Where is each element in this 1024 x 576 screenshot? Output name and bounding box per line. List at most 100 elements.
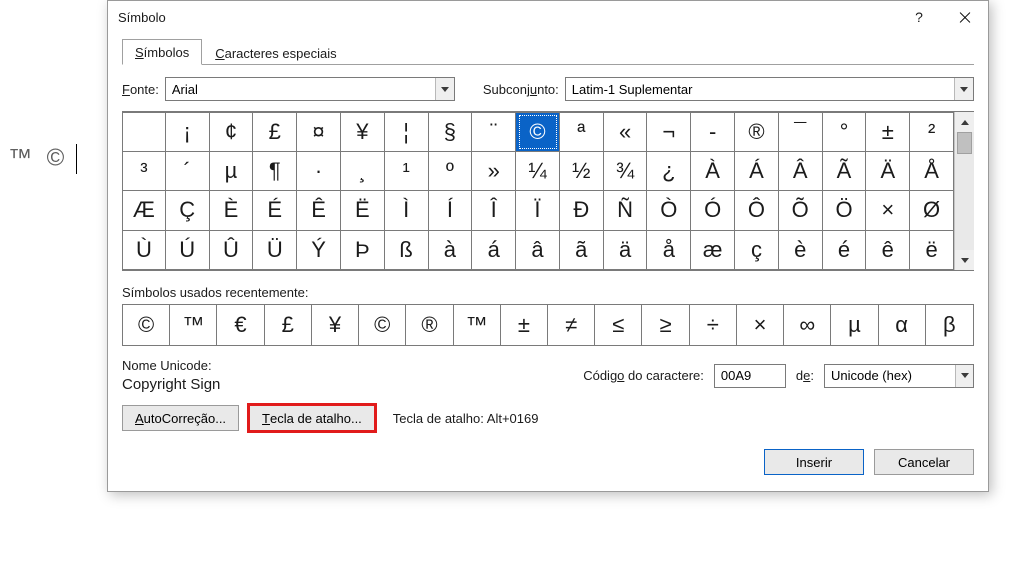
- symbol-cell[interactable]: æ: [691, 231, 735, 271]
- symbol-cell[interactable]: Ã: [823, 152, 867, 192]
- symbol-cell[interactable]: Ô: [735, 191, 779, 231]
- symbol-cell[interactable]: é: [823, 231, 867, 271]
- from-combo[interactable]: [824, 364, 974, 388]
- recent-symbol-cell[interactable]: £: [265, 305, 312, 345]
- recent-symbol-cell[interactable]: ±: [501, 305, 548, 345]
- recent-symbol-cell[interactable]: µ: [831, 305, 878, 345]
- close-button[interactable]: [942, 1, 988, 33]
- cancel-button[interactable]: Cancelar: [874, 449, 974, 475]
- symbol-cell[interactable]: Û: [210, 231, 254, 271]
- symbol-cell[interactable]: ¢: [210, 112, 254, 152]
- symbol-cell[interactable]: ¯: [779, 112, 823, 152]
- symbol-cell[interactable]: ¾: [604, 152, 648, 192]
- symbol-cell[interactable]: ¿: [647, 152, 691, 192]
- insert-button[interactable]: Inserir: [764, 449, 864, 475]
- symbol-cell[interactable]: Ê: [297, 191, 341, 231]
- symbol-cell[interactable]: Ì: [385, 191, 429, 231]
- tab-special-characters[interactable]: Caracteres especiais: [202, 40, 349, 65]
- symbol-grid-scrollbar[interactable]: [954, 112, 974, 270]
- symbol-cell[interactable]: £: [253, 112, 297, 152]
- symbol-cell[interactable]: º: [429, 152, 473, 192]
- symbol-cell[interactable]: -: [691, 112, 735, 152]
- symbol-cell[interactable]: ã: [560, 231, 604, 271]
- recent-symbol-cell[interactable]: ™: [454, 305, 501, 345]
- symbol-cell[interactable]: «: [604, 112, 648, 152]
- scroll-up-button[interactable]: [955, 112, 974, 132]
- symbol-cell[interactable]: Â: [779, 152, 823, 192]
- recent-symbol-cell[interactable]: ≤: [595, 305, 642, 345]
- symbol-cell[interactable]: Þ: [341, 231, 385, 271]
- font-input[interactable]: [166, 82, 435, 97]
- symbol-cell[interactable]: ¤: [297, 112, 341, 152]
- scroll-track[interactable]: [955, 132, 974, 250]
- recent-symbol-cell[interactable]: ≠: [548, 305, 595, 345]
- symbol-cell[interactable]: À: [691, 152, 735, 192]
- symbol-cell[interactable]: ©: [516, 112, 560, 152]
- symbol-cell[interactable]: ¥: [341, 112, 385, 152]
- symbol-cell[interactable]: ½: [560, 152, 604, 192]
- symbol-cell[interactable]: ä: [604, 231, 648, 271]
- symbol-cell[interactable]: Å: [910, 152, 954, 192]
- symbol-cell[interactable]: â: [516, 231, 560, 271]
- symbol-cell[interactable]: ß: [385, 231, 429, 271]
- symbol-cell[interactable]: ¸: [341, 152, 385, 192]
- symbol-cell[interactable]: ë: [910, 231, 954, 271]
- shortcut-key-button[interactable]: Tecla de atalho...: [249, 405, 375, 431]
- recent-symbol-cell[interactable]: ∞: [784, 305, 831, 345]
- recent-symbol-cell[interactable]: α: [879, 305, 926, 345]
- autocorrect-button[interactable]: AutoCorreção...: [122, 405, 239, 431]
- symbol-cell[interactable]: È: [210, 191, 254, 231]
- symbol-cell[interactable]: »: [472, 152, 516, 192]
- font-combo[interactable]: [165, 77, 455, 101]
- recent-symbol-cell[interactable]: ®: [406, 305, 453, 345]
- symbol-cell[interactable]: Ù: [122, 231, 166, 271]
- from-input[interactable]: [825, 368, 955, 383]
- symbol-cell[interactable]: Ú: [166, 231, 210, 271]
- symbol-cell[interactable]: µ: [210, 152, 254, 192]
- symbol-cell[interactable]: Ø: [910, 191, 954, 231]
- symbol-cell[interactable]: ê: [866, 231, 910, 271]
- symbol-cell[interactable]: Ë: [341, 191, 385, 231]
- symbol-cell[interactable]: ±: [866, 112, 910, 152]
- recent-symbol-cell[interactable]: ×: [737, 305, 784, 345]
- recent-symbol-cell[interactable]: β: [926, 305, 973, 345]
- symbol-cell[interactable]: ç: [735, 231, 779, 271]
- tab-symbols[interactable]: Símbolos: [122, 39, 202, 65]
- symbol-cell[interactable]: å: [647, 231, 691, 271]
- symbol-cell[interactable]: à: [429, 231, 473, 271]
- symbol-cell[interactable]: è: [779, 231, 823, 271]
- symbol-cell[interactable]: ¦: [385, 112, 429, 152]
- scroll-thumb[interactable]: [957, 132, 972, 154]
- font-dropdown-arrow[interactable]: [435, 78, 454, 100]
- symbol-cell[interactable]: ·: [297, 152, 341, 192]
- symbol-cell[interactable]: ²: [910, 112, 954, 152]
- symbol-cell[interactable]: Ý: [297, 231, 341, 271]
- symbol-cell[interactable]: °: [823, 112, 867, 152]
- from-dropdown-arrow[interactable]: [955, 365, 973, 387]
- recent-symbol-cell[interactable]: €: [217, 305, 264, 345]
- symbol-cell[interactable]: É: [253, 191, 297, 231]
- symbol-cell[interactable]: ®: [735, 112, 779, 152]
- symbol-cell[interactable]: Ð: [560, 191, 604, 231]
- symbol-cell[interactable]: ×: [866, 191, 910, 231]
- symbol-cell[interactable]: Á: [735, 152, 779, 192]
- symbol-cell[interactable]: ³: [122, 152, 166, 192]
- subset-dropdown-arrow[interactable]: [954, 78, 973, 100]
- symbol-cell[interactable]: [122, 112, 166, 152]
- symbol-cell[interactable]: ¹: [385, 152, 429, 192]
- symbol-cell[interactable]: ¼: [516, 152, 560, 192]
- recent-symbol-cell[interactable]: ÷: [690, 305, 737, 345]
- subset-combo[interactable]: [565, 77, 974, 101]
- symbol-cell[interactable]: Ö: [823, 191, 867, 231]
- recent-symbol-cell[interactable]: ©: [123, 305, 170, 345]
- char-code-input[interactable]: [714, 364, 786, 388]
- symbol-cell[interactable]: Ç: [166, 191, 210, 231]
- symbol-cell[interactable]: Ó: [691, 191, 735, 231]
- symbol-cell[interactable]: Õ: [779, 191, 823, 231]
- recent-symbol-cell[interactable]: ≥: [642, 305, 689, 345]
- symbol-cell[interactable]: ´: [166, 152, 210, 192]
- recent-symbol-cell[interactable]: ¥: [312, 305, 359, 345]
- symbol-cell[interactable]: Í: [429, 191, 473, 231]
- symbol-cell[interactable]: ¶: [253, 152, 297, 192]
- symbol-cell[interactable]: ¨: [472, 112, 516, 152]
